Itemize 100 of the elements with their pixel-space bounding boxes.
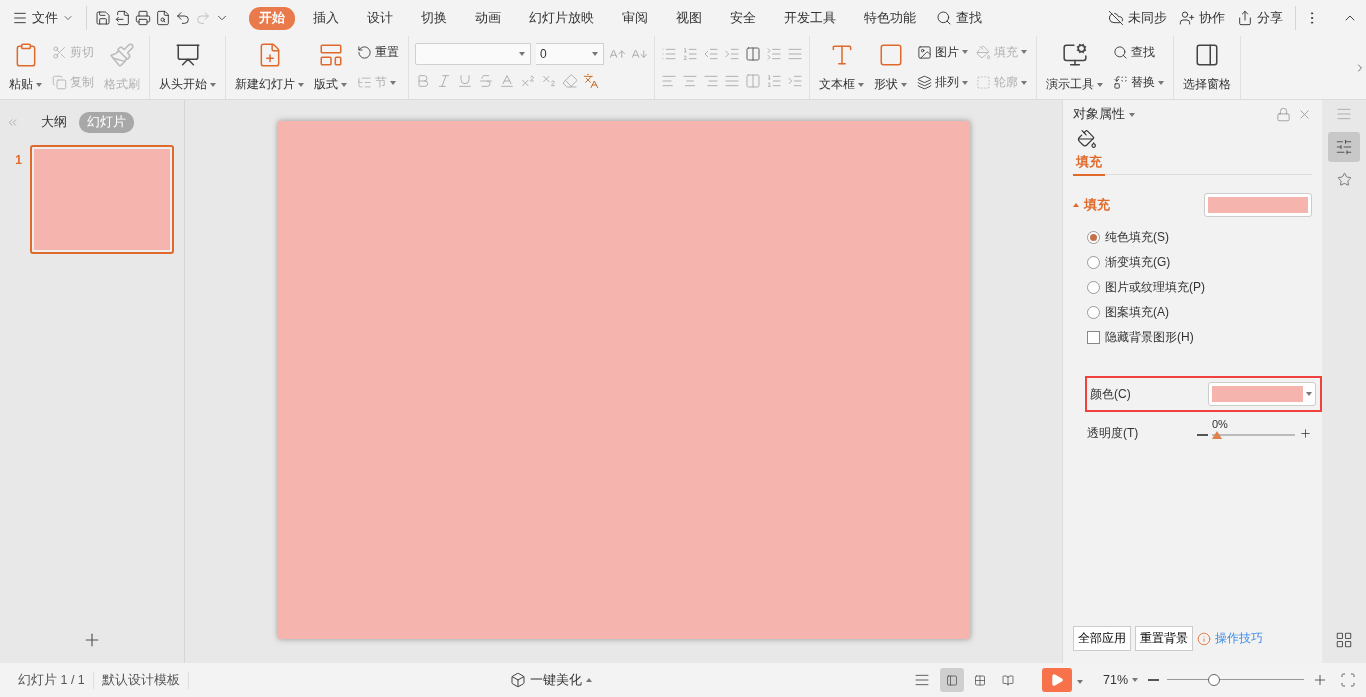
layers-icon <box>917 75 932 91</box>
ribbon-tab[interactable]: 安全 <box>720 6 766 30</box>
caret-icon <box>1132 678 1138 682</box>
grid-icon <box>1335 631 1353 649</box>
ribbon-tab[interactable]: 动画 <box>465 6 511 30</box>
tips-icon <box>1197 631 1211 646</box>
panel-title[interactable]: 对象属性 <box>1073 106 1135 123</box>
caret-icon <box>586 678 593 682</box>
ribbon-button[interactable]: 新建幻灯片 <box>232 38 307 97</box>
zoom-thumb[interactable] <box>1207 674 1220 686</box>
undo-icon <box>175 10 191 26</box>
option-label: 渐变填充(G) <box>1105 254 1171 271</box>
ribbon-tab[interactable]: 插入 <box>303 6 349 30</box>
panel-button[interactable]: 重置背景 <box>1135 626 1193 651</box>
ribbon-button[interactable]: 图片 <box>914 41 971 63</box>
cloud-icon <box>1108 10 1124 26</box>
layout-icon <box>317 42 344 68</box>
monitor-tools-icon <box>1061 42 1088 68</box>
zoom-in-icon <box>1312 672 1328 688</box>
fill-bucket-icon <box>976 44 991 60</box>
italic-icon <box>436 72 452 89</box>
ribbon-button[interactable]: 重置 <box>354 41 402 63</box>
replace-icon <box>1113 75 1128 91</box>
ribbon-tab[interactable]: 设计 <box>357 6 403 30</box>
view-tab[interactable]: 大纲 <box>33 112 75 133</box>
ribbon-button[interactable]: 替换 <box>1110 72 1167 94</box>
transparency-slider[interactable] <box>1212 430 1295 440</box>
scissors-icon <box>52 44 67 60</box>
share-icon <box>1237 10 1253 26</box>
ribbon-tab[interactable]: 特色功能 <box>854 6 926 30</box>
bold-icon <box>415 72 431 89</box>
search-button[interactable]: 查找 <box>932 7 986 29</box>
ribbon-button[interactable]: 版式 <box>311 38 350 97</box>
play-button[interactable] <box>1042 668 1072 692</box>
template-name[interactable]: 默认设计模板 <box>93 671 189 689</box>
color-dropdown[interactable] <box>1208 382 1316 406</box>
phonetic-icon <box>583 72 599 89</box>
ribbon-tab[interactable]: 审阅 <box>612 6 658 30</box>
option-label: 隐藏背景图形(H) <box>1105 329 1194 346</box>
copy-icon <box>52 75 67 91</box>
color-label: 颜色(C) <box>1090 385 1131 403</box>
ribbon-button[interactable]: 文本框 <box>816 38 867 97</box>
close-icon <box>1297 107 1312 122</box>
ribbon-tab[interactable]: 视图 <box>666 6 712 30</box>
fill-bucket-icon <box>1077 129 1097 149</box>
outline-icon <box>976 75 991 91</box>
ribbon-tab[interactable]: 切换 <box>411 6 457 30</box>
underline-icon <box>457 72 473 89</box>
caret-icon <box>1306 392 1312 396</box>
radio-button[interactable] <box>1087 231 1100 244</box>
ribbon-button[interactable]: 排列 <box>914 72 971 94</box>
search-icon <box>936 10 952 26</box>
menu-icon <box>12 10 28 26</box>
ribbon-button[interactable]: 选择窗格 <box>1180 38 1234 97</box>
caret-icon <box>1077 680 1083 684</box>
reset-icon <box>357 44 372 60</box>
play-icon <box>1050 673 1064 687</box>
top-action[interactable]: 未同步 <box>1104 7 1171 29</box>
radio-button[interactable] <box>1087 281 1100 294</box>
option-label: 图案填充(A) <box>1105 304 1169 321</box>
picture-icon <box>917 44 932 60</box>
ribbon-tab[interactable]: 幻灯片放映 <box>519 6 604 30</box>
font-color-icon <box>499 72 515 89</box>
ribbon-tab[interactable]: 开发工具 <box>774 6 846 30</box>
star-icon <box>1336 172 1352 187</box>
notes-icon <box>914 672 930 688</box>
slide-number: 1 <box>14 153 22 169</box>
ribbon-button[interactable]: 形状 <box>871 38 910 97</box>
ribbon-button[interactable]: 粘贴 <box>6 38 45 97</box>
caret-icon <box>1129 112 1135 117</box>
font-name-field[interactable] <box>415 43 531 66</box>
top-action[interactable]: 协作 <box>1175 7 1229 29</box>
print-icon <box>135 10 151 26</box>
panel-button[interactable]: 全部应用 <box>1073 626 1131 651</box>
view-button[interactable] <box>940 668 964 692</box>
save-icon <box>95 10 111 26</box>
transparency-label: 透明度(T) <box>1087 425 1140 442</box>
radio-button[interactable] <box>1087 306 1100 319</box>
beautify-button[interactable]: 一键美化 <box>506 669 597 691</box>
fit-window-icon <box>1340 672 1356 688</box>
paintbrush-icon <box>109 42 135 68</box>
cube-icon <box>510 672 527 688</box>
eraser-icon <box>562 72 578 89</box>
slider-thumb[interactable] <box>1212 431 1222 439</box>
radio-button[interactable] <box>1087 256 1100 269</box>
numbered-list-icon <box>682 46 698 63</box>
zoom-slider[interactable] <box>1167 673 1304 687</box>
ribbon-button[interactable]: 查找 <box>1110 41 1167 63</box>
option-label: 纯色填充(S) <box>1105 229 1169 246</box>
checkbox[interactable] <box>1087 331 1100 344</box>
screen-icon <box>174 42 201 68</box>
ribbon-button[interactable]: 从头开始 <box>156 38 219 97</box>
ribbon-button[interactable]: 演示工具 <box>1043 38 1106 97</box>
properties-button[interactable] <box>1328 132 1360 162</box>
file-menu[interactable]: 文件 <box>8 7 78 29</box>
font-size-field[interactable]: 0 <box>536 43 604 66</box>
zoom-menu[interactable]: 71% <box>1099 671 1142 689</box>
top-action[interactable]: 分享 <box>1233 7 1287 29</box>
handle-icon <box>1336 106 1352 122</box>
person-plus-icon <box>1179 10 1195 26</box>
